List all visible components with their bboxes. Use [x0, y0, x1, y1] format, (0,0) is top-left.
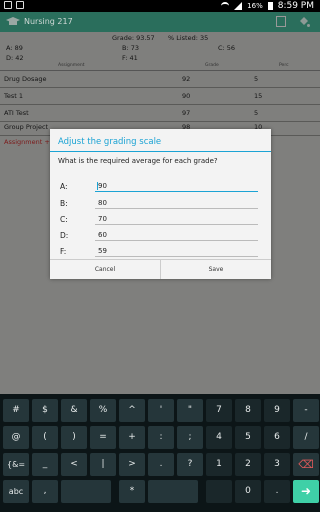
- key-2[interactable]: 2: [235, 453, 261, 476]
- backspace-icon[interactable]: ⌫: [293, 453, 319, 476]
- key-hash[interactable]: #: [3, 399, 29, 422]
- graduation-cap-icon[interactable]: [6, 15, 20, 29]
- grade-c-input[interactable]: 70: [95, 213, 258, 225]
- grade-a-input[interactable]: 90: [95, 180, 258, 192]
- dialog-title: Adjust the grading scale: [58, 137, 162, 147]
- wifi-icon: [221, 2, 230, 10]
- row-perc: 5: [254, 75, 259, 83]
- row-grade: 90: [182, 92, 191, 100]
- key-quote[interactable]: ": [177, 399, 203, 422]
- dist-b: B: 73: [122, 44, 139, 52]
- clock: 8:59 PM: [277, 1, 314, 11]
- grading-scale-dialog: Adjust the grading scale What is the req…: [50, 129, 271, 279]
- dialog-buttons: Cancel Save: [50, 259, 271, 279]
- key-asterisk[interactable]: *: [119, 480, 145, 503]
- grade-f-label: F:: [60, 247, 67, 256]
- grade-b-input[interactable]: 80: [95, 197, 258, 209]
- overall-grade: Grade: 93.57: [112, 34, 155, 42]
- save-button[interactable]: Save: [160, 260, 271, 279]
- key-equals[interactable]: =: [90, 426, 116, 449]
- grade-a-label: A:: [60, 182, 68, 191]
- key-space[interactable]: [61, 480, 111, 503]
- key-comma[interactable]: ,: [32, 480, 58, 503]
- battery-icon: [267, 2, 273, 10]
- key-space-2[interactable]: [148, 480, 198, 503]
- key-close-paren[interactable]: ): [61, 426, 87, 449]
- row-name: Test 1: [4, 92, 24, 100]
- photo-icon: [4, 1, 12, 9]
- row-name: Drug Dosage: [4, 75, 47, 83]
- header-grade: Grade: [205, 63, 219, 68]
- header-perc: Perc: [279, 63, 289, 68]
- notification-icon: [16, 1, 24, 9]
- key-decimal[interactable]: .: [264, 480, 290, 503]
- key-6[interactable]: 6: [264, 426, 290, 449]
- key-question[interactable]: ?: [177, 453, 203, 476]
- soft-keyboard: # $ & % ^ ' " 7 8 9 - @ ( ) = + : ; 4 5 …: [0, 394, 320, 512]
- key-plus[interactable]: +: [119, 426, 145, 449]
- grade-d-input[interactable]: 60: [95, 229, 258, 241]
- key-caret[interactable]: ^: [119, 399, 145, 422]
- header-assignment: Assignment: [58, 63, 85, 68]
- key-underscore[interactable]: _: [32, 453, 58, 476]
- key-5[interactable]: 5: [235, 426, 261, 449]
- key-8[interactable]: 8: [235, 399, 261, 422]
- status-bar: 16% 8:59 PM: [0, 0, 320, 12]
- signal-icon: [234, 2, 243, 10]
- enter-arrow-icon[interactable]: ➜: [293, 480, 319, 503]
- key-abc-toggle[interactable]: abc: [3, 480, 29, 503]
- key-3[interactable]: 3: [264, 453, 290, 476]
- add-assignment-link[interactable]: Assignment +: [4, 138, 50, 146]
- table-row[interactable]: Drug Dosage 92 5: [0, 71, 320, 88]
- row-grade: 97: [182, 109, 191, 117]
- key-less-than[interactable]: <: [61, 453, 87, 476]
- dist-f: F: 41: [122, 54, 138, 62]
- dist-a: A: 89: [6, 44, 23, 52]
- key-open-paren[interactable]: (: [32, 426, 58, 449]
- grade-c-label: C:: [60, 215, 68, 224]
- key-minus[interactable]: -: [293, 399, 319, 422]
- dialog-divider: [50, 151, 271, 152]
- key-symbols-toggle[interactable]: {&=: [3, 453, 29, 476]
- list-icon[interactable]: [276, 16, 286, 27]
- key-1[interactable]: 1: [206, 453, 232, 476]
- percent-listed: % Listed: 35: [168, 34, 209, 42]
- key-pipe[interactable]: |: [90, 453, 116, 476]
- key-colon[interactable]: :: [148, 426, 174, 449]
- key-semicolon[interactable]: ;: [177, 426, 203, 449]
- grade-d-label: D:: [60, 231, 69, 240]
- app-title: Nursing 217: [24, 17, 73, 26]
- table-row[interactable]: Test 1 90 15: [0, 88, 320, 105]
- dialog-question: What is the required average for each gr…: [58, 157, 218, 165]
- row-perc: 5: [254, 109, 259, 117]
- paint-bucket-icon[interactable]: [298, 16, 310, 28]
- key-period[interactable]: .: [148, 453, 174, 476]
- key-apostrophe[interactable]: ': [148, 399, 174, 422]
- key-7[interactable]: 7: [206, 399, 232, 422]
- grade-a-value: 90: [98, 182, 107, 190]
- battery-percent: 16%: [247, 2, 263, 10]
- app-bar: Nursing 217: [0, 12, 320, 32]
- row-perc: 15: [254, 92, 263, 100]
- key-at[interactable]: @: [3, 426, 29, 449]
- table-header: Assignment Grade Perc: [0, 63, 320, 71]
- row-name: ATI Test: [4, 109, 29, 117]
- grade-b-label: B:: [60, 199, 68, 208]
- cancel-button[interactable]: Cancel: [50, 260, 160, 279]
- key-percent[interactable]: %: [90, 399, 116, 422]
- key-0[interactable]: 0: [235, 480, 261, 503]
- key-9[interactable]: 9: [264, 399, 290, 422]
- key-4[interactable]: 4: [206, 426, 232, 449]
- row-name: Group Project: [4, 123, 49, 131]
- key-microphone[interactable]: [206, 480, 232, 503]
- dist-c: C: 56: [218, 44, 236, 52]
- key-greater-than[interactable]: >: [119, 453, 145, 476]
- grade-f-input[interactable]: 59: [95, 245, 258, 257]
- key-slash[interactable]: /: [293, 426, 319, 449]
- row-grade: 92: [182, 75, 191, 83]
- dist-d: D: 42: [6, 54, 24, 62]
- key-dollar[interactable]: $: [32, 399, 58, 422]
- key-ampersand[interactable]: &: [61, 399, 87, 422]
